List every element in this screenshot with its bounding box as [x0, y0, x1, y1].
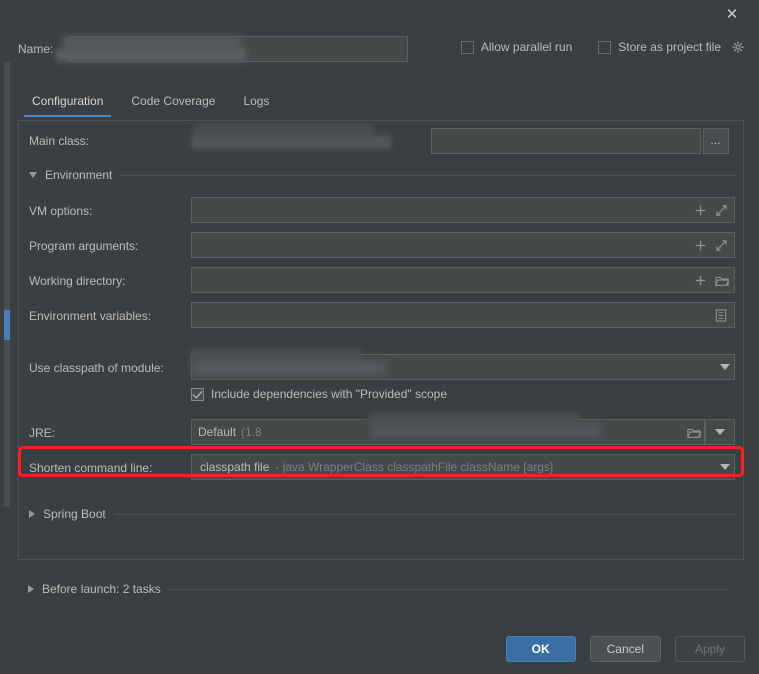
tab-configuration[interactable]: Configuration: [18, 88, 117, 117]
include-dependencies-checkbox[interactable]: Include dependencies with "Provided" sco…: [191, 387, 447, 401]
allow-parallel-run-label: Allow parallel run: [480, 40, 573, 54]
jre-value-hint: (1.8: [241, 425, 262, 439]
program-arguments-input[interactable]: [191, 232, 735, 258]
environment-variables-label: Environment variables:: [29, 309, 152, 323]
plus-icon[interactable]: [694, 239, 707, 252]
working-directory-icons: [694, 274, 729, 287]
chevron-down-icon[interactable]: [29, 172, 37, 178]
use-classpath-of-module-combo[interactable]: [191, 354, 735, 380]
shorten-command-line-value: classpath file: [200, 460, 270, 474]
working-directory-input[interactable]: [191, 267, 735, 293]
expand-icon[interactable]: [715, 239, 728, 252]
program-arguments-label: Program arguments:: [29, 239, 139, 253]
checkbox-box: [191, 387, 204, 401]
apply-button[interactable]: Apply: [675, 636, 745, 662]
jre-label: JRE:: [29, 426, 56, 440]
environment-variables-input[interactable]: [191, 302, 735, 328]
top-options: Allow parallel run Store as project file: [460, 40, 745, 54]
name-label: Name:: [18, 42, 54, 56]
use-classpath-of-module-label: Use classpath of module:: [29, 361, 164, 375]
main-class-label: Main class:: [29, 134, 90, 148]
section-divider: [113, 513, 735, 515]
list-icon[interactable]: [715, 308, 728, 322]
expand-icon[interactable]: [715, 204, 728, 217]
folder-icon[interactable]: [687, 426, 701, 439]
chevron-down-icon[interactable]: [715, 429, 725, 435]
shorten-command-line-hint: - java WrapperClass classpathFile classN…: [275, 460, 554, 474]
close-icon[interactable]: ✕: [721, 3, 743, 25]
plus-icon[interactable]: [694, 204, 707, 217]
allow-parallel-run-checkbox[interactable]: Allow parallel run: [460, 40, 573, 54]
before-launch-section[interactable]: Before launch: 2 tasks: [28, 582, 728, 596]
shorten-command-line-label: Shorten command line:: [29, 461, 153, 475]
store-as-project-file-checkbox[interactable]: Store as project file: [598, 40, 745, 54]
jre-dropdown-button[interactable]: [705, 419, 735, 445]
tab-bar: Configuration Code Coverage Logs: [18, 88, 283, 117]
scrollbar-thumb[interactable]: [4, 310, 10, 340]
shorten-command-line-combo[interactable]: classpath file - java WrapperClass class…: [191, 454, 735, 480]
redacted-main-class-2: [191, 135, 391, 149]
chevron-right-icon[interactable]: [28, 585, 34, 593]
main-class-browse-button[interactable]: …: [703, 128, 729, 154]
plus-icon[interactable]: [694, 274, 707, 287]
left-scrollbar[interactable]: [0, 62, 10, 600]
checkbox-box: [598, 40, 612, 54]
scrollbar-track[interactable]: [4, 62, 10, 507]
jre-value: Default: [198, 425, 237, 439]
cancel-button[interactable]: Cancel: [589, 636, 661, 662]
name-input[interactable]: [68, 36, 408, 62]
program-arguments-icons: [694, 239, 728, 252]
section-divider: [168, 588, 728, 590]
chevron-right-icon[interactable]: [29, 510, 35, 518]
include-dependencies-label: Include dependencies with "Provided" sco…: [211, 387, 448, 401]
tab-logs[interactable]: Logs: [229, 88, 283, 117]
chevron-down-icon[interactable]: [720, 364, 730, 370]
gear-icon[interactable]: [732, 40, 745, 54]
environment-variables-icons: [715, 308, 728, 322]
store-as-project-file-label: Store as project file: [618, 40, 721, 54]
titlebar: ✕: [0, 0, 759, 28]
before-launch-label: Before launch: 2 tasks: [42, 582, 161, 596]
working-directory-label: Working directory:: [29, 274, 126, 288]
folder-icon[interactable]: [715, 274, 729, 287]
vm-options-label: VM options:: [29, 204, 93, 218]
vm-options-input[interactable]: [191, 197, 735, 223]
jre-icons: [687, 426, 701, 439]
vm-options-icons: [694, 204, 728, 217]
environment-section-header[interactable]: Environment: [29, 168, 735, 182]
run-debug-configurations-dialog: ✕ Name: Allow parallel run Store as proj…: [0, 0, 759, 674]
ok-button[interactable]: OK: [505, 636, 576, 662]
redacted-main-class-1: [193, 124, 373, 136]
chevron-down-icon[interactable]: [720, 464, 730, 470]
main-class-input[interactable]: [431, 128, 701, 154]
jre-input[interactable]: Default (1.8: [191, 419, 705, 445]
environment-section-label: Environment: [45, 168, 113, 182]
spring-boot-section-label: Spring Boot: [43, 507, 106, 521]
name-row: Name:: [18, 36, 65, 62]
spring-boot-section-header[interactable]: Spring Boot: [29, 507, 735, 521]
configuration-panel: Main class: … Environment VM options: Pr…: [18, 120, 744, 560]
section-divider: [120, 174, 735, 176]
tab-code-coverage[interactable]: Code Coverage: [117, 88, 229, 117]
checkbox-box: [460, 40, 474, 54]
dialog-buttons: OK Cancel Apply: [505, 636, 745, 662]
